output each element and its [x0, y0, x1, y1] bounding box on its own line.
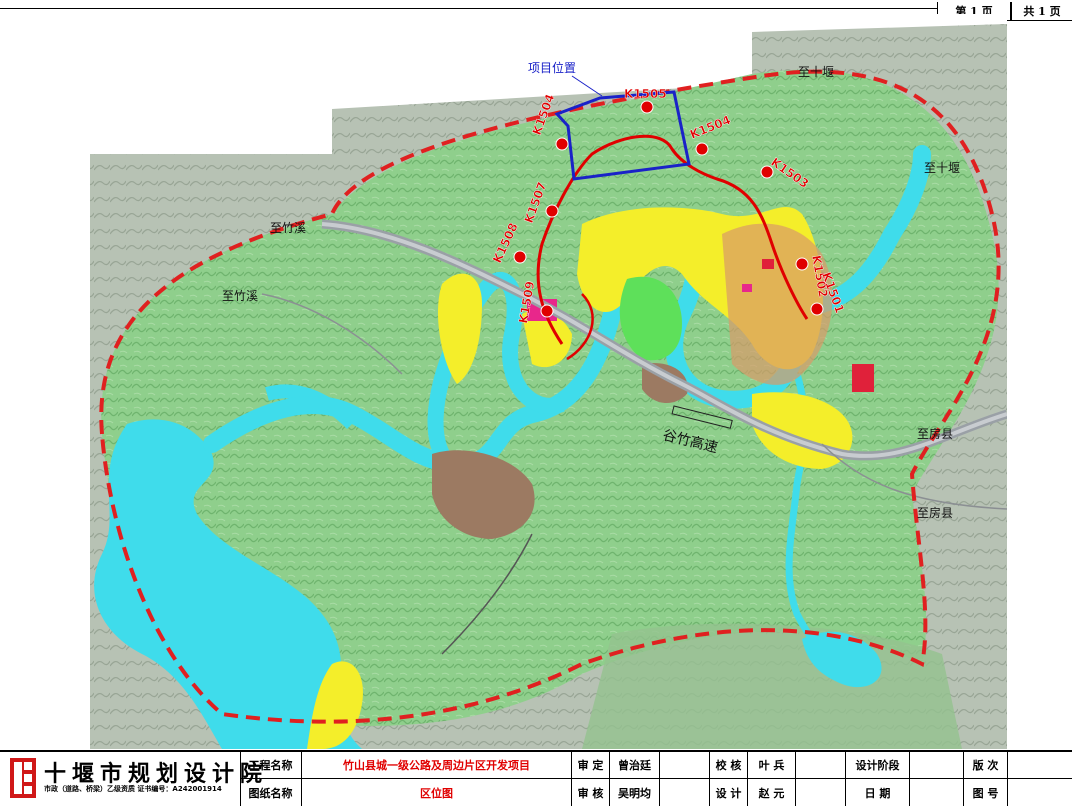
drawing-no-value — [1008, 779, 1072, 806]
institute-qualification: 市政（道路、桥梁）乙级资质 证书编号：A242001914 — [44, 785, 222, 793]
drawing-sheet: 第 1 页 共 1 页 K1504 K1505 K1504 K1503 K150… — [0, 0, 1072, 806]
project-location-label: 项目位置 — [528, 60, 576, 75]
design-signature — [796, 779, 846, 806]
direction-label: 至竹溪 — [270, 221, 306, 235]
approve-label: 审 定 — [572, 752, 610, 778]
title-block: 十堰市规划设计院 市政（道路、桥梁）乙级资质 证书编号：A242001914 工… — [0, 750, 1072, 806]
station-marker — [640, 100, 654, 114]
date-value — [910, 779, 964, 806]
design-label: 设 计 — [710, 779, 748, 806]
date-label: 日 期 — [846, 779, 910, 806]
page-total-box: 共 1 页 — [1011, 2, 1072, 21]
station-label: K1505 — [624, 87, 667, 101]
location-map[interactable]: K1504 K1505 K1504 K1503 K1502 K1501 K150… — [62, 14, 1007, 749]
top-rule — [0, 8, 1072, 9]
check-signature — [796, 752, 846, 778]
review-name: 吴明均 — [610, 779, 660, 806]
stage-label: 设计阶段 — [846, 752, 910, 778]
red-block-a — [762, 259, 774, 269]
check-label: 校 核 — [710, 752, 748, 778]
map-svg: K1504 K1505 K1504 K1503 K1502 K1501 K150… — [62, 14, 1007, 749]
red-block-east — [852, 364, 874, 392]
project-name-label: 工程名称 — [240, 752, 302, 778]
approve-signature — [660, 752, 710, 778]
drawing-name: 区位图 — [302, 779, 572, 806]
station-marker — [795, 257, 809, 271]
institute-logo-icon — [10, 758, 36, 798]
review-label: 审 核 — [572, 779, 610, 806]
version-value — [1008, 752, 1072, 778]
station-marker — [555, 137, 569, 151]
drawing-name-label: 图纸名称 — [240, 779, 302, 806]
page-total: 共 1 页 — [1023, 5, 1061, 18]
approve-name: 曾治廷 — [610, 752, 660, 778]
red-block-b — [742, 284, 752, 292]
station-marker — [695, 142, 709, 156]
drawing-no-label: 图 号 — [964, 779, 1008, 806]
review-signature — [660, 779, 710, 806]
direction-label: 至十堰 — [798, 65, 834, 79]
direction-label: 至房县 — [917, 505, 953, 520]
design-name: 赵 元 — [748, 779, 796, 806]
station-marker — [810, 302, 824, 316]
direction-label: 至竹溪 — [222, 289, 258, 303]
station-marker — [540, 304, 554, 318]
stage-value — [910, 752, 964, 778]
check-name: 叶 兵 — [748, 752, 796, 778]
project-name: 竹山县城一级公路及周边片区开发项目 — [302, 752, 572, 778]
version-label: 版 次 — [964, 752, 1008, 778]
station-marker — [545, 204, 559, 218]
station-marker — [513, 250, 527, 264]
direction-label: 至十堰 — [924, 161, 960, 175]
direction-label: 至房县 — [917, 426, 953, 441]
